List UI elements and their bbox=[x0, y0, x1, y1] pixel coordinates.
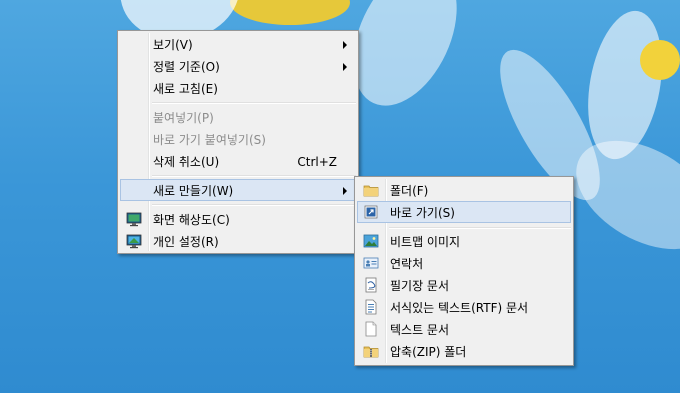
submenu-item-bitmap[interactable]: 비트맵 이미지 bbox=[357, 230, 571, 252]
menu-item-label: 서식있는 텍스트(RTF) 문서 bbox=[390, 301, 529, 315]
folder-icon bbox=[363, 185, 379, 197]
menu-item-label: 연락처 bbox=[390, 257, 424, 271]
menu-item-label: 정렬 기준(O) bbox=[153, 60, 220, 74]
bitmap-icon bbox=[363, 234, 379, 248]
menu-separator bbox=[389, 227, 571, 229]
contact-icon bbox=[363, 257, 379, 269]
flower-center bbox=[230, 0, 350, 25]
rtf-document-icon bbox=[365, 299, 377, 315]
menu-item-label: 바로 가기(S) bbox=[390, 206, 455, 220]
menu-separator bbox=[152, 175, 356, 177]
menu-separator bbox=[152, 102, 356, 104]
submenu-item-contact[interactable]: 연락처 bbox=[357, 252, 571, 274]
menu-item-label: 비트맵 이미지 bbox=[390, 235, 461, 249]
flower-center bbox=[640, 40, 680, 80]
monitor-icon bbox=[126, 212, 142, 227]
shortcut-icon bbox=[364, 205, 378, 219]
menu-item-screen-resolution[interactable]: 화면 해상도(C) bbox=[120, 208, 356, 230]
personalize-icon bbox=[126, 234, 142, 249]
menu-item-paste[interactable]: 붙여넣기(P) bbox=[120, 106, 356, 128]
submenu-arrow-icon bbox=[343, 187, 347, 195]
menu-item-undo-delete[interactable]: 삭제 취소(U) Ctrl+Z bbox=[120, 150, 356, 172]
new-submenu: 폴더(F) 바로 가기(S) 비트맵 이미지 연락처 필기장 문서 서식있는 텍… bbox=[354, 176, 574, 366]
menu-item-label: 텍스트 문서 bbox=[390, 323, 450, 337]
menu-separator bbox=[152, 204, 356, 206]
menu-item-label: 삭제 취소(U) bbox=[153, 155, 220, 169]
menu-item-shortcut: Ctrl+Z bbox=[297, 155, 337, 169]
menu-item-sort-by[interactable]: 정렬 기준(O) bbox=[120, 55, 356, 77]
submenu-item-text[interactable]: 텍스트 문서 bbox=[357, 318, 571, 340]
menu-item-label: 붙여넣기(P) bbox=[153, 111, 214, 125]
menu-item-personalize[interactable]: 개인 설정(R) bbox=[120, 230, 356, 252]
submenu-arrow-icon bbox=[343, 63, 347, 71]
desktop-context-menu: 보기(V) 정렬 기준(O) 새로 고침(E) 붙여넣기(P) 바로 가기 붙여… bbox=[117, 30, 359, 254]
menu-item-label: 화면 해상도(C) bbox=[153, 213, 230, 227]
menu-item-refresh[interactable]: 새로 고침(E) bbox=[120, 77, 356, 99]
submenu-item-journal[interactable]: 필기장 문서 bbox=[357, 274, 571, 296]
submenu-item-shortcut[interactable]: 바로 가기(S) bbox=[357, 201, 571, 223]
journal-icon bbox=[365, 277, 377, 293]
submenu-arrow-icon bbox=[343, 41, 347, 49]
menu-item-new[interactable]: 새로 만들기(W) bbox=[120, 179, 356, 201]
menu-item-label: 개인 설정(R) bbox=[153, 235, 219, 249]
menu-item-label: 새로 고침(E) bbox=[153, 82, 218, 96]
submenu-item-rtf[interactable]: 서식있는 텍스트(RTF) 문서 bbox=[357, 296, 571, 318]
menu-item-label: 바로 가기 붙여넣기(S) bbox=[153, 133, 266, 147]
menu-item-label: 보기(V) bbox=[153, 38, 193, 52]
menu-item-label: 폴더(F) bbox=[390, 184, 429, 198]
submenu-item-zip[interactable]: 압축(ZIP) 폴더 bbox=[357, 340, 571, 362]
menu-item-paste-shortcut[interactable]: 바로 가기 붙여넣기(S) bbox=[120, 128, 356, 150]
submenu-item-folder[interactable]: 폴더(F) bbox=[357, 179, 571, 201]
menu-item-label: 압축(ZIP) 폴더 bbox=[390, 345, 467, 359]
menu-item-view[interactable]: 보기(V) bbox=[120, 33, 356, 55]
zip-folder-icon bbox=[363, 346, 379, 358]
menu-item-label: 새로 만들기(W) bbox=[153, 184, 234, 198]
menu-item-label: 필기장 문서 bbox=[390, 279, 450, 293]
text-document-icon bbox=[365, 321, 377, 337]
